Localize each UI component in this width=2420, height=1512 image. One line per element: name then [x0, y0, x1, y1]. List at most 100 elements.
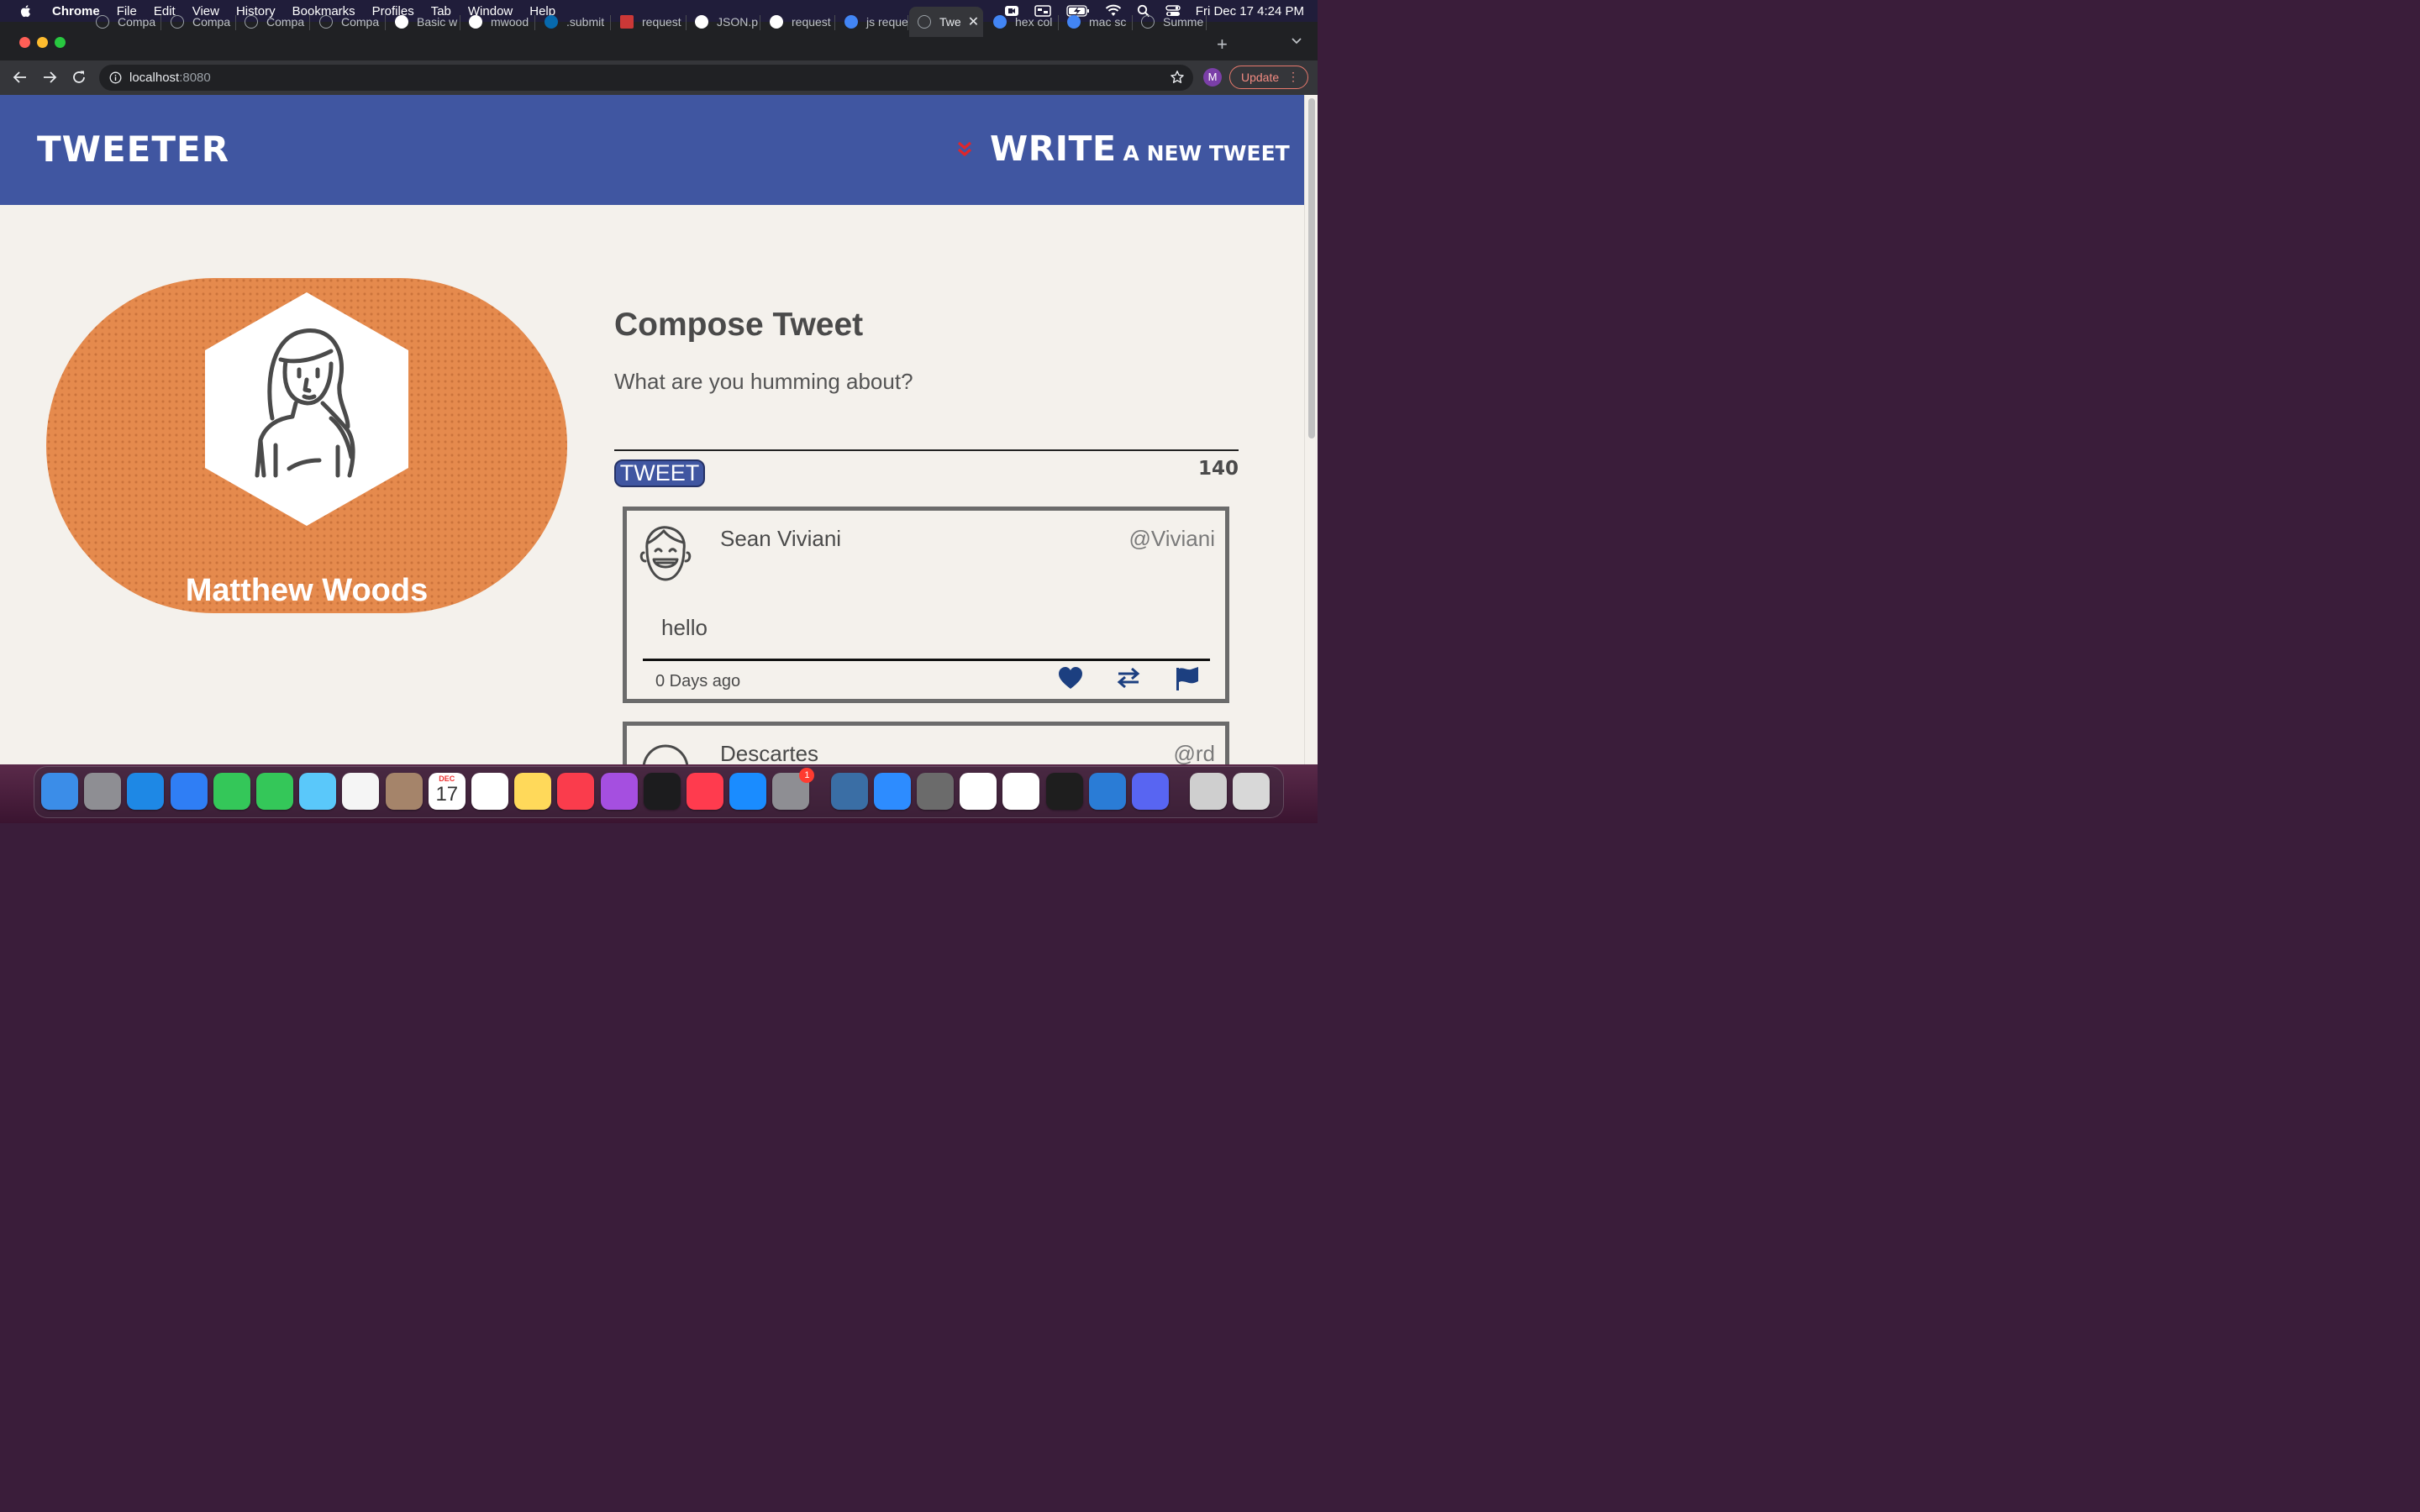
tweet-author-name: Sean Viviani — [720, 526, 842, 551]
bookmark-star-icon[interactable] — [1170, 70, 1185, 85]
github-icon — [770, 15, 783, 29]
dock-notes-icon[interactable] — [514, 773, 552, 810]
dock-virtualbox-icon[interactable] — [830, 773, 868, 810]
address-bar[interactable]: localhost:8080 — [99, 65, 1193, 91]
dock-photos-icon[interactable] — [342, 773, 380, 810]
dock-music-icon[interactable] — [557, 773, 595, 810]
tab-title: Compa — [341, 15, 380, 29]
tab-title: mwood — [491, 15, 529, 29]
more-menu-icon[interactable]: ⋮ — [1287, 70, 1299, 84]
tweet-divider — [643, 659, 1210, 661]
site-info-icon[interactable] — [109, 71, 122, 84]
dock-safari-icon[interactable] — [127, 773, 165, 810]
site-brand[interactable]: TWEETER — [37, 129, 229, 170]
tab-active[interactable]: Twe ✕ — [909, 7, 983, 37]
tab-title: request — [642, 15, 681, 29]
dock-app-store-icon[interactable] — [729, 773, 767, 810]
profile-name: Matthew Woods — [185, 573, 429, 608]
browser-tab[interactable]: Summe — [1133, 7, 1207, 37]
dock-launchpad-icon[interactable] — [84, 773, 122, 810]
site-header: TWEETER WRITE A NEW TWEET — [0, 95, 1304, 205]
page-viewport: TWEETER WRITE A NEW TWEET Matthew Woods … — [0, 95, 1304, 764]
dock-finder-icon[interactable] — [41, 773, 78, 810]
calendar-month: DEC — [439, 774, 455, 783]
dock-keychain-icon[interactable] — [917, 773, 954, 810]
tweet-textarea[interactable]: What are you humming about? — [614, 369, 1239, 395]
window-close-button[interactable] — [19, 37, 30, 48]
browser-tab[interactable]: mwood — [460, 7, 535, 37]
back-arrow-icon[interactable] — [13, 70, 28, 85]
heart-icon[interactable] — [1058, 667, 1083, 690]
dock-facetime-icon[interactable] — [213, 773, 250, 810]
google-icon — [844, 15, 858, 29]
tab-close-icon[interactable]: ✕ — [968, 13, 979, 30]
tab-search-chevron-icon[interactable] — [1291, 37, 1302, 45]
dock-system-preferences-icon[interactable]: 1 — [772, 768, 815, 810]
write-new-tweet-link[interactable]: WRITE A NEW TWEET — [956, 129, 1290, 169]
browser-tab[interactable]: mac sc — [1059, 7, 1133, 37]
update-label: Update — [1241, 71, 1280, 84]
retweet-icon[interactable] — [1116, 667, 1141, 689]
dock-chrome-icon[interactable] — [1002, 773, 1040, 810]
tab-title: Summe — [1163, 15, 1204, 29]
tab-separator — [834, 15, 835, 30]
new-tweet-label: A NEW TWEET — [1123, 141, 1290, 165]
tab-title: .submit — [566, 15, 605, 29]
dock-trash-icon[interactable] — [1233, 773, 1270, 810]
dock-vs-code-icon[interactable] — [1088, 773, 1126, 810]
dock-mail-icon[interactable] — [170, 773, 208, 810]
tab-title: request — [792, 15, 831, 29]
dock-messages-icon[interactable] — [256, 773, 293, 810]
tab-title: js reque — [866, 15, 908, 29]
npm-icon — [620, 15, 634, 29]
scrollbar-thumb[interactable] — [1308, 98, 1315, 438]
dock-discord-icon[interactable] — [1132, 773, 1169, 810]
browser-tab[interactable]: Compa — [311, 7, 386, 37]
menubar-clock[interactable]: Fri Dec 17 4:24 PM — [1196, 4, 1304, 18]
dock-slack-icon[interactable] — [960, 773, 997, 810]
forward-arrow-icon[interactable] — [42, 70, 57, 85]
browser-tab[interactable]: Basic w — [387, 7, 460, 37]
dock-terminal-icon[interactable] — [1045, 773, 1083, 810]
browser-tab[interactable]: .submit — [536, 7, 611, 37]
tweet-author-handle: @rd — [1173, 741, 1215, 764]
dock-contacts-icon[interactable] — [385, 773, 423, 810]
dock-news-icon[interactable] — [687, 773, 723, 810]
tab-title: Basic w — [417, 15, 458, 29]
window-zoom-button[interactable] — [55, 37, 66, 48]
generic-icon — [171, 15, 184, 29]
profile-avatar[interactable]: M — [1203, 68, 1222, 87]
tab-title: hex col — [1015, 15, 1053, 29]
browser-tab[interactable]: Compa — [236, 7, 310, 37]
url-text[interactable]: localhost:8080 — [129, 71, 211, 85]
reload-icon[interactable] — [71, 70, 87, 85]
browser-tab[interactable]: Compa — [162, 7, 236, 37]
tweet-submit-button[interactable]: TWEET — [614, 459, 705, 487]
double-chevron-down-icon[interactable] — [956, 140, 973, 159]
github-icon — [469, 15, 482, 29]
dock-maps-icon[interactable] — [299, 773, 337, 810]
apple-menu-icon[interactable] — [18, 3, 34, 18]
google-icon — [993, 15, 1007, 29]
browser-tab[interactable]: JSON.p — [687, 7, 760, 37]
browser-tab[interactable]: request — [761, 7, 835, 37]
window-minimize-button[interactable] — [37, 37, 48, 48]
dock-podcasts-icon[interactable] — [600, 773, 638, 810]
dock-reminders-icon[interactable] — [471, 773, 508, 810]
profile-hexagon-avatar — [205, 292, 408, 526]
tab-separator — [610, 15, 611, 30]
browser-tab[interactable]: Compa — [87, 7, 161, 37]
browser-tab[interactable]: hex col — [985, 7, 1059, 37]
dock-calendar-icon[interactable]: DEC 17 — [428, 773, 466, 810]
dock-downloads-icon[interactable] — [1190, 773, 1228, 810]
dock-tv-icon[interactable] — [643, 773, 681, 810]
new-tab-button[interactable]: + — [1217, 34, 1228, 55]
dock-zoom-icon[interactable] — [873, 773, 911, 810]
flag-icon[interactable] — [1175, 667, 1200, 690]
browser-tab[interactable]: request — [612, 7, 687, 37]
browser-tab[interactable]: js reque — [836, 7, 908, 37]
tweet-author-handle: @Viviani — [1128, 526, 1215, 551]
tab-separator — [309, 15, 310, 30]
page-scrollbar[interactable] — [1304, 95, 1318, 764]
update-button[interactable]: Update ⋮ — [1229, 66, 1308, 89]
